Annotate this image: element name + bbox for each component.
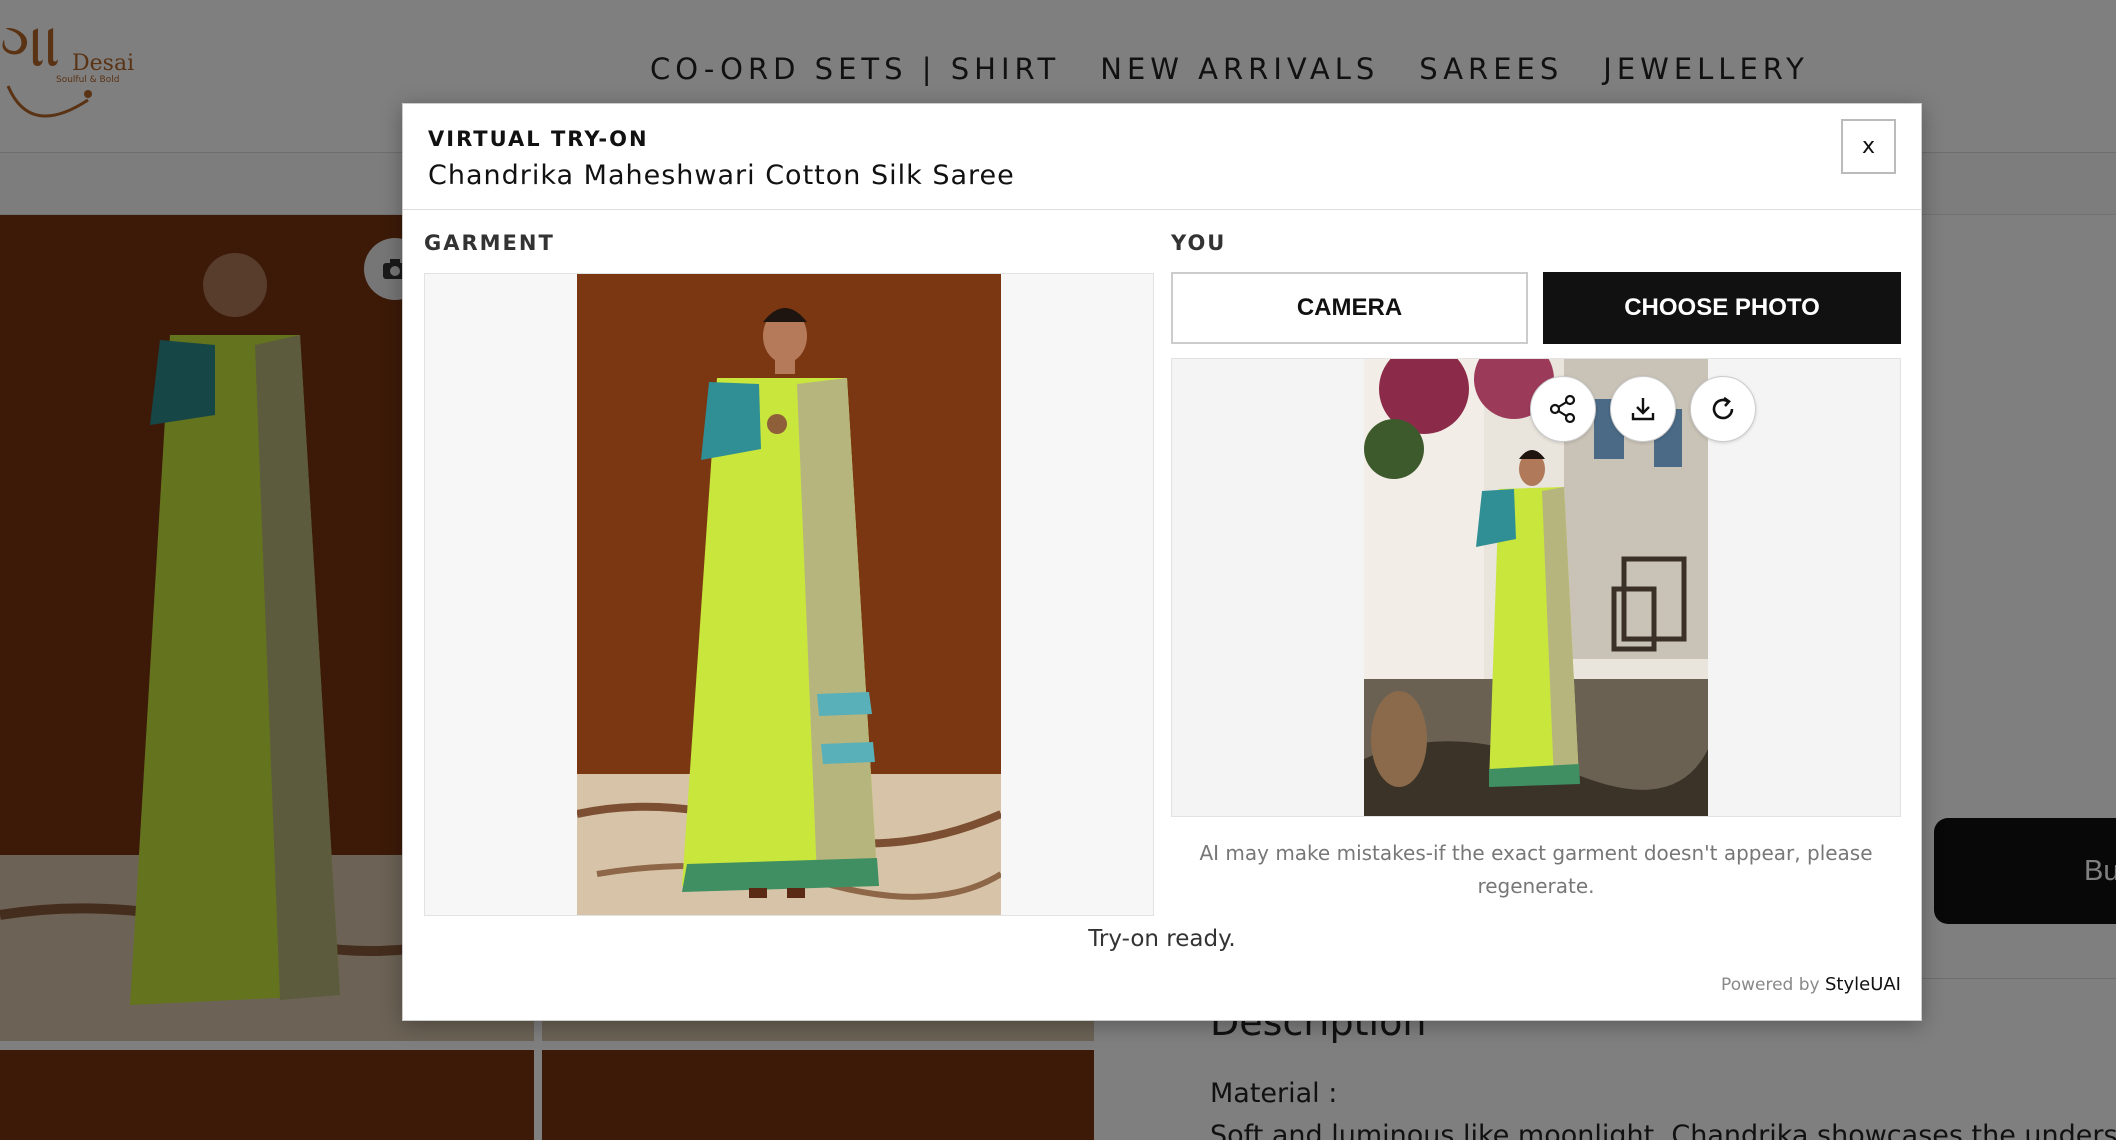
camera-button[interactable]: CAMERA (1171, 272, 1528, 344)
you-label: YOU (1171, 231, 1227, 255)
regenerate-button[interactable] (1690, 376, 1756, 442)
try-on-status: Try-on ready. (1088, 926, 1236, 952)
modal-header: VIRTUAL TRY-ON Chandrika Maheshwari Cott… (403, 104, 1921, 210)
powered-by-label: Powered by (1721, 975, 1820, 995)
share-button[interactable] (1530, 376, 1596, 442)
choose-photo-button[interactable]: CHOOSE PHOTO (1543, 272, 1901, 344)
download-icon (1631, 398, 1655, 421)
modal-title: Chandrika Maheshwari Cotton Silk Saree (428, 160, 1015, 191)
garment-image (577, 274, 1001, 915)
download-button[interactable] (1610, 376, 1676, 442)
garment-label: GARMENT (424, 231, 555, 255)
refresh-icon (1712, 396, 1734, 420)
close-button[interactable]: x (1841, 119, 1896, 174)
virtual-try-on-modal: VIRTUAL TRY-ON Chandrika Maheshwari Cott… (402, 103, 1922, 1021)
ai-disclaimer: AI may make mistakes-if the exact garmen… (1199, 841, 1873, 898)
share-icon (1549, 394, 1576, 424)
modal-kicker: VIRTUAL TRY-ON (428, 127, 649, 151)
powered-by: Powered by StyleUAI (1721, 974, 1901, 995)
garment-panel (424, 273, 1154, 916)
powered-by-brand[interactable]: StyleUAI (1825, 974, 1901, 995)
try-on-result-panel (1171, 358, 1901, 817)
